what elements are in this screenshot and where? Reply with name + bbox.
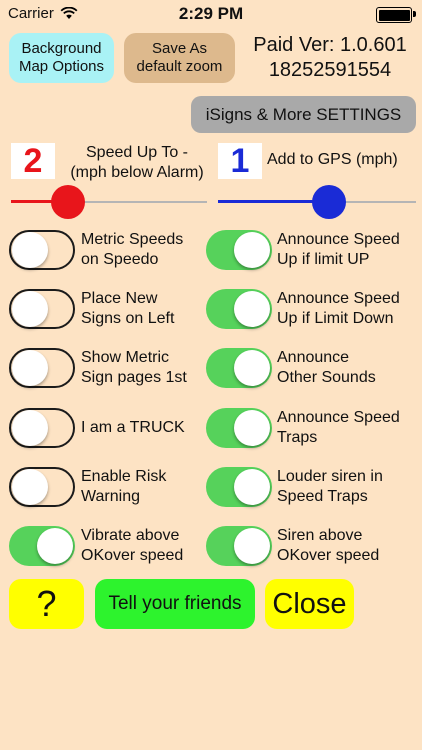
left-toggle-5[interactable] (9, 467, 75, 507)
right-toggle-label-1: Announce Speed Up if limit UP (277, 231, 400, 268)
help-button[interactable]: ? (9, 579, 84, 629)
speed-up-value: 2 (11, 142, 55, 180)
right-toggle-5[interactable] (206, 467, 272, 507)
version-info: Paid Ver: 1.0.601 18252591554 (238, 33, 422, 83)
toggle-thumb (12, 350, 48, 386)
right-toggle-2[interactable] (206, 289, 272, 329)
background-map-options-label: Background Map Options (18, 40, 105, 75)
right-toggle-1[interactable] (206, 230, 272, 270)
toggle-thumb (234, 469, 270, 505)
left-toggle-label-1: Metric Speeds on Speedo (81, 231, 184, 268)
left-toggle-3[interactable] (9, 348, 75, 388)
right-toggle-label-2: Announce Speed Up if Limit Down (277, 290, 400, 327)
save-default-zoom-label: Save As default zoom (136, 40, 223, 75)
paid-version: Paid Ver: 1.0.601 (253, 34, 407, 56)
left-toggle-label-6: Vibrate above OKover speed (81, 527, 184, 564)
right-toggle-label-4: Announce Speed Traps (277, 409, 400, 446)
close-label: Close (272, 587, 347, 620)
left-toggle-2[interactable] (9, 289, 75, 329)
right-toggle-label-5: Louder siren in Speed Traps (277, 468, 383, 505)
left-toggle-1[interactable] (9, 230, 75, 270)
tell-friends-button[interactable]: Tell your friends (95, 579, 255, 629)
status-time: 2:29 PM (178, 4, 244, 23)
isigns-settings-label: iSigns & More SETTINGS (205, 104, 402, 124)
speed-up-slider[interactable] (11, 183, 207, 219)
right-toggle-3[interactable] (206, 348, 272, 388)
device-id: 18252591554 (268, 59, 392, 81)
toggle-thumb (37, 528, 73, 564)
tell-friends-label: Tell your friends (108, 593, 242, 614)
left-toggle-label-5: Enable Risk Warning (81, 468, 167, 505)
toggle-thumb (12, 410, 48, 446)
toggle-thumb (234, 291, 270, 327)
right-toggle-6[interactable] (206, 526, 272, 566)
toggle-thumb (234, 410, 270, 446)
close-button[interactable]: Close (265, 579, 354, 629)
background-map-options-button[interactable]: Background Map Options (9, 33, 114, 83)
gps-slider-knob[interactable] (312, 185, 346, 219)
gps-value: 1 (218, 142, 262, 180)
status-bar: Carrier 2:29 PM (0, 0, 422, 28)
right-toggle-label-3: Announce Other Sounds (277, 349, 376, 386)
right-toggle-label-6: Siren above OKover speed (277, 527, 380, 564)
speed-up-slider-knob[interactable] (51, 185, 85, 219)
toggle-thumb (12, 232, 48, 268)
toggle-thumb (234, 350, 270, 386)
gps-label: Add to GPS (mph) (267, 151, 398, 168)
left-toggle-label-2: Place New Signs on Left (81, 290, 175, 327)
left-toggle-4[interactable] (9, 408, 75, 448)
right-toggle-4[interactable] (206, 408, 272, 448)
left-toggle-6[interactable] (9, 526, 75, 566)
toggle-thumb (234, 232, 270, 268)
toggle-thumb (12, 291, 48, 327)
speed-up-label: Speed Up To - (mph below Alarm) (70, 144, 204, 181)
gps-slider[interactable] (218, 183, 416, 219)
toggle-thumb (234, 528, 270, 564)
left-toggle-label-4: I am a TRUCK (81, 419, 185, 436)
app-screen: { "status_bar": { "carrier": "Carrier", … (0, 0, 422, 750)
isigns-settings-button[interactable]: iSigns & More SETTINGS (191, 96, 416, 133)
help-label: ? (36, 583, 57, 624)
battery-icon (376, 7, 416, 23)
left-toggle-label-3: Show Metric Sign pages 1st (81, 349, 187, 386)
save-default-zoom-button[interactable]: Save As default zoom (124, 33, 235, 83)
toggle-thumb (12, 469, 48, 505)
